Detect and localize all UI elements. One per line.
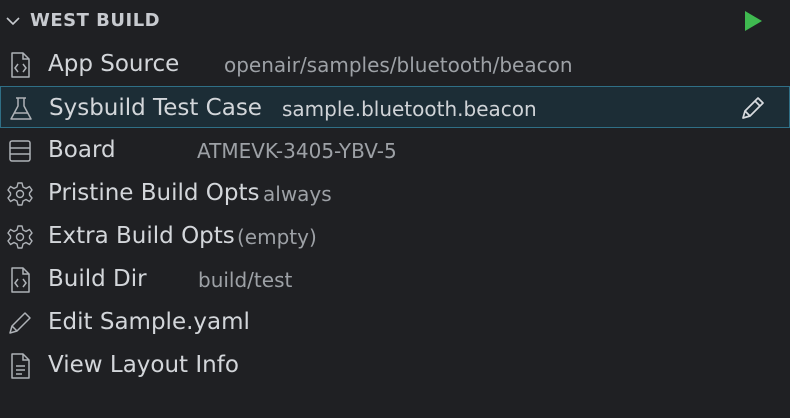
pencil-icon[interactable] xyxy=(737,95,767,123)
item-value: openair/samples/bluetooth/beacon xyxy=(224,53,573,77)
server-icon xyxy=(9,140,31,162)
item-label: Pristine Build Opts xyxy=(48,180,260,206)
play-icon[interactable] xyxy=(743,10,763,32)
tree-item-board[interactable]: Board ATMEVK-3405-YBV-5 xyxy=(0,129,790,171)
item-value: always xyxy=(263,182,332,206)
item-value: sample.bluetooth.beacon xyxy=(282,97,537,121)
item-label: Sysbuild Test Case xyxy=(49,95,262,121)
tree-item-build-dir[interactable]: Build Dir build/test xyxy=(0,258,790,300)
section-header[interactable]: WEST BUILD xyxy=(0,0,790,42)
tree-item-view-layout-info[interactable]: View Layout Info xyxy=(0,344,790,386)
item-label: Edit Sample.yaml xyxy=(48,309,250,335)
item-value: (empty) xyxy=(237,225,317,249)
item-label: App Source xyxy=(48,51,180,77)
pencil-icon xyxy=(9,312,31,334)
tree-item-pristine-build-opts[interactable]: Pristine Build Opts always xyxy=(0,172,790,214)
gear-icon xyxy=(7,225,33,249)
item-label: Board xyxy=(48,137,116,163)
section-title: WEST BUILD xyxy=(30,10,161,31)
file-code-icon xyxy=(11,52,30,78)
item-label: Extra Build Opts xyxy=(48,223,235,249)
chevron-down-icon[interactable] xyxy=(4,12,22,30)
item-value: build/test xyxy=(198,268,293,292)
item-label: View Layout Info xyxy=(48,352,239,378)
west-build-panel: WEST BUILD App Source openair/samples/bl… xyxy=(0,0,790,418)
tree-item-edit-sample-yaml[interactable]: Edit Sample.yaml xyxy=(0,301,790,343)
file-text-icon xyxy=(11,353,30,379)
item-label: Build Dir xyxy=(48,266,147,292)
gear-icon xyxy=(7,182,33,206)
file-code-icon xyxy=(11,267,30,293)
tree-item-sysbuild-test-case[interactable]: Sysbuild Test Case sample.bluetooth.beac… xyxy=(0,86,790,128)
beaker-icon xyxy=(10,97,32,120)
tree-item-app-source[interactable]: App Source openair/samples/bluetooth/bea… xyxy=(0,43,790,85)
tree-item-extra-build-opts[interactable]: Extra Build Opts (empty) xyxy=(0,215,790,257)
item-value: ATMEVK-3405-YBV-5 xyxy=(197,139,397,163)
